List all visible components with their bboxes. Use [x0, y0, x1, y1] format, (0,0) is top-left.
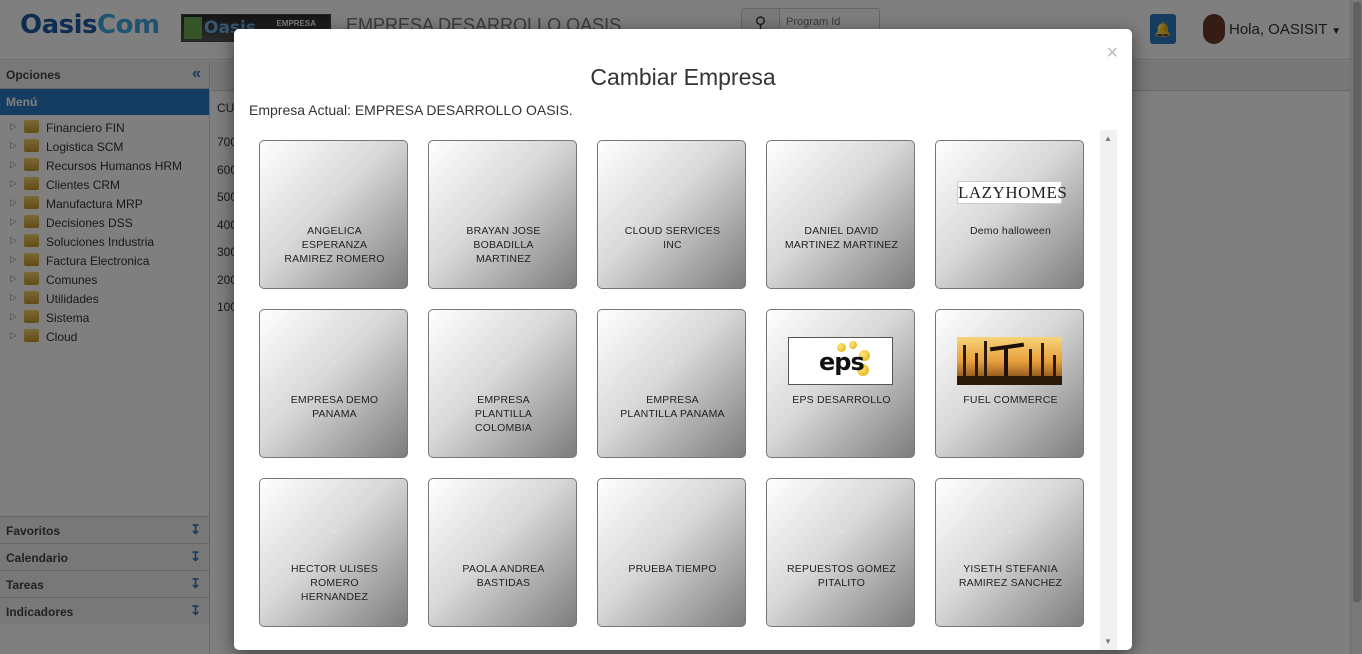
- eps-logo: eps: [788, 337, 893, 385]
- eps-logo-text: eps: [819, 348, 865, 376]
- company-name-line: BRAYAN JOSE: [466, 225, 541, 237]
- company-name-line: HECTOR ULISES: [290, 563, 378, 575]
- company-name: PRUEBA TIEMPO: [606, 562, 739, 576]
- company-name-line: YISETH STEFANIA: [963, 563, 1058, 575]
- company-tile[interactable]: EMPRESA PLANTILLA PANAMA: [597, 309, 746, 458]
- company-tile[interactable]: CLOUD SERVICES INC: [597, 140, 746, 289]
- company-name-line: REPUESTOS GOMEZ: [787, 563, 896, 575]
- logo-placeholder-icon: [839, 529, 843, 533]
- logo-placeholder-icon: [1008, 529, 1012, 533]
- company-name-line: PLANTILLA PANAMA: [620, 408, 725, 420]
- company-tile[interactable]: DANIEL DAVID MARTINEZ MARTINEZ: [766, 140, 915, 289]
- company-name-line: PAOLA ANDREA: [462, 563, 545, 575]
- logo-placeholder-icon: [501, 360, 505, 364]
- company-tile[interactable]: PRUEBA TIEMPO: [597, 478, 746, 627]
- logo-placeholder-icon: [670, 529, 674, 533]
- company-name: Demo halloween: [944, 224, 1077, 238]
- company-tile[interactable]: YISETH STEFANIA RAMIREZ SANCHEZ: [935, 478, 1084, 627]
- company-name-line: MARTINEZ: [475, 253, 532, 265]
- modal-title: Cambiar Empresa: [590, 64, 776, 90]
- company-name: PAOLA ANDREA BASTIDAS: [437, 562, 570, 590]
- company-name: YISETH STEFANIA RAMIREZ SANCHEZ: [944, 562, 1077, 590]
- company-name-line: ANGELICA: [307, 225, 362, 237]
- company-tile[interactable]: REPUESTOS GOMEZ PITALITO: [766, 478, 915, 627]
- company-name-line: PANAMA: [312, 408, 357, 420]
- company-name-line: ESPERANZA: [301, 239, 368, 251]
- logo-placeholder-icon: [332, 360, 336, 364]
- company-name-line: CLOUD SERVICES: [624, 225, 721, 237]
- logo-placeholder-icon: [670, 191, 674, 195]
- company-name-line: DANIEL DAVID: [804, 225, 879, 237]
- company-tile[interactable]: HECTOR ULISES ROMERO HERNANDEZ: [259, 478, 408, 627]
- company-name-line: INC: [663, 239, 682, 251]
- company-name: HECTOR ULISES ROMERO HERNANDEZ: [268, 562, 401, 604]
- logo-placeholder-icon: [670, 360, 674, 364]
- modal-scrollbar[interactable]: ▲ ▼: [1100, 130, 1117, 650]
- company-tile[interactable]: eps EPS DESARROLLO: [766, 309, 915, 458]
- change-company-modal: × Cambiar Empresa Empresa Actual: EMPRES…: [234, 29, 1132, 650]
- pump-jack-post: [1004, 347, 1008, 377]
- company-name-line: RAMIREZ SANCHEZ: [958, 577, 1063, 589]
- company-name: ANGELICA ESPERANZA RAMIREZ ROMERO: [268, 224, 401, 266]
- company-name-line: COLOMBIA: [474, 422, 533, 434]
- company-name: EMPRESA DEMO PANAMA: [268, 393, 401, 421]
- company-tile[interactable]: EMPRESA PLANTILLA COLOMBIA: [428, 309, 577, 458]
- company-name-line: EMPRESA: [646, 394, 699, 406]
- company-name: CLOUD SERVICES INC: [606, 224, 739, 252]
- company-name: EMPRESA PLANTILLA COLOMBIA: [437, 393, 570, 435]
- logo-placeholder-icon: [839, 191, 843, 195]
- company-name-line: BASTIDAS: [476, 577, 531, 589]
- company-name-line: HERNANDEZ: [300, 591, 369, 603]
- lazyhomes-logo: LAZYHOMES: [957, 181, 1068, 204]
- company-name-line: EPS DESARROLLO: [792, 394, 891, 406]
- company-name-line: Demo halloween: [969, 225, 1051, 237]
- scroll-down-arrow-icon[interactable]: ▼: [1104, 637, 1112, 646]
- logo-placeholder-icon: [501, 529, 505, 533]
- company-tile[interactable]: PAOLA ANDREA BASTIDAS: [428, 478, 577, 627]
- company-name: FUEL COMMERCE: [944, 393, 1077, 407]
- logo-placeholder-icon: [501, 191, 505, 195]
- company-tile[interactable]: EMPRESA DEMO PANAMA: [259, 309, 408, 458]
- company-name: EMPRESA PLANTILLA PANAMA: [606, 393, 739, 421]
- oil-field-ground: [957, 376, 1062, 385]
- company-name-line: PITALITO: [817, 577, 866, 589]
- company-name: DANIEL DAVID MARTINEZ MARTINEZ: [775, 224, 908, 252]
- company-name-line: BOBADILLA: [473, 239, 534, 251]
- current-company-text: Empresa Actual: EMPRESA DESARROLLO OASIS…: [249, 102, 573, 118]
- company-name: BRAYAN JOSE BOBADILLA MARTINEZ: [437, 224, 570, 266]
- company-tile[interactable]: BRAYAN JOSE BOBADILLA MARTINEZ: [428, 140, 577, 289]
- oil-rigs-logo: [957, 337, 1062, 385]
- company-grid: ANGELICA ESPERANZA RAMIREZ ROMERO BRAYAN J…: [249, 130, 1117, 650]
- company-name: REPUESTOS GOMEZ PITALITO: [775, 562, 908, 590]
- scroll-up-arrow-icon[interactable]: ▲: [1104, 134, 1112, 143]
- logo-placeholder-icon: [332, 529, 336, 533]
- company-name: EPS DESARROLLO: [775, 393, 908, 407]
- company-name-line: ROMERO: [310, 577, 359, 589]
- company-name-line: PRUEBA TIEMPO: [628, 563, 717, 575]
- company-name-line: PLANTILLA: [474, 408, 533, 420]
- close-icon[interactable]: ×: [1106, 43, 1118, 63]
- company-name-line: EMPRESA DEMO: [290, 394, 379, 406]
- company-name-line: RAMIREZ ROMERO: [284, 253, 385, 265]
- company-tile[interactable]: LAZYHOMES Demo halloween: [935, 140, 1084, 289]
- company-name-line: EMPRESA: [477, 394, 530, 406]
- company-name-line: MARTINEZ MARTINEZ: [784, 239, 899, 251]
- company-tile[interactable]: ANGELICA ESPERANZA RAMIREZ ROMERO: [259, 140, 408, 289]
- company-tile[interactable]: FUEL COMMERCE: [935, 309, 1084, 458]
- logo-placeholder-icon: [332, 191, 336, 195]
- company-name-line: FUEL COMMERCE: [963, 394, 1058, 406]
